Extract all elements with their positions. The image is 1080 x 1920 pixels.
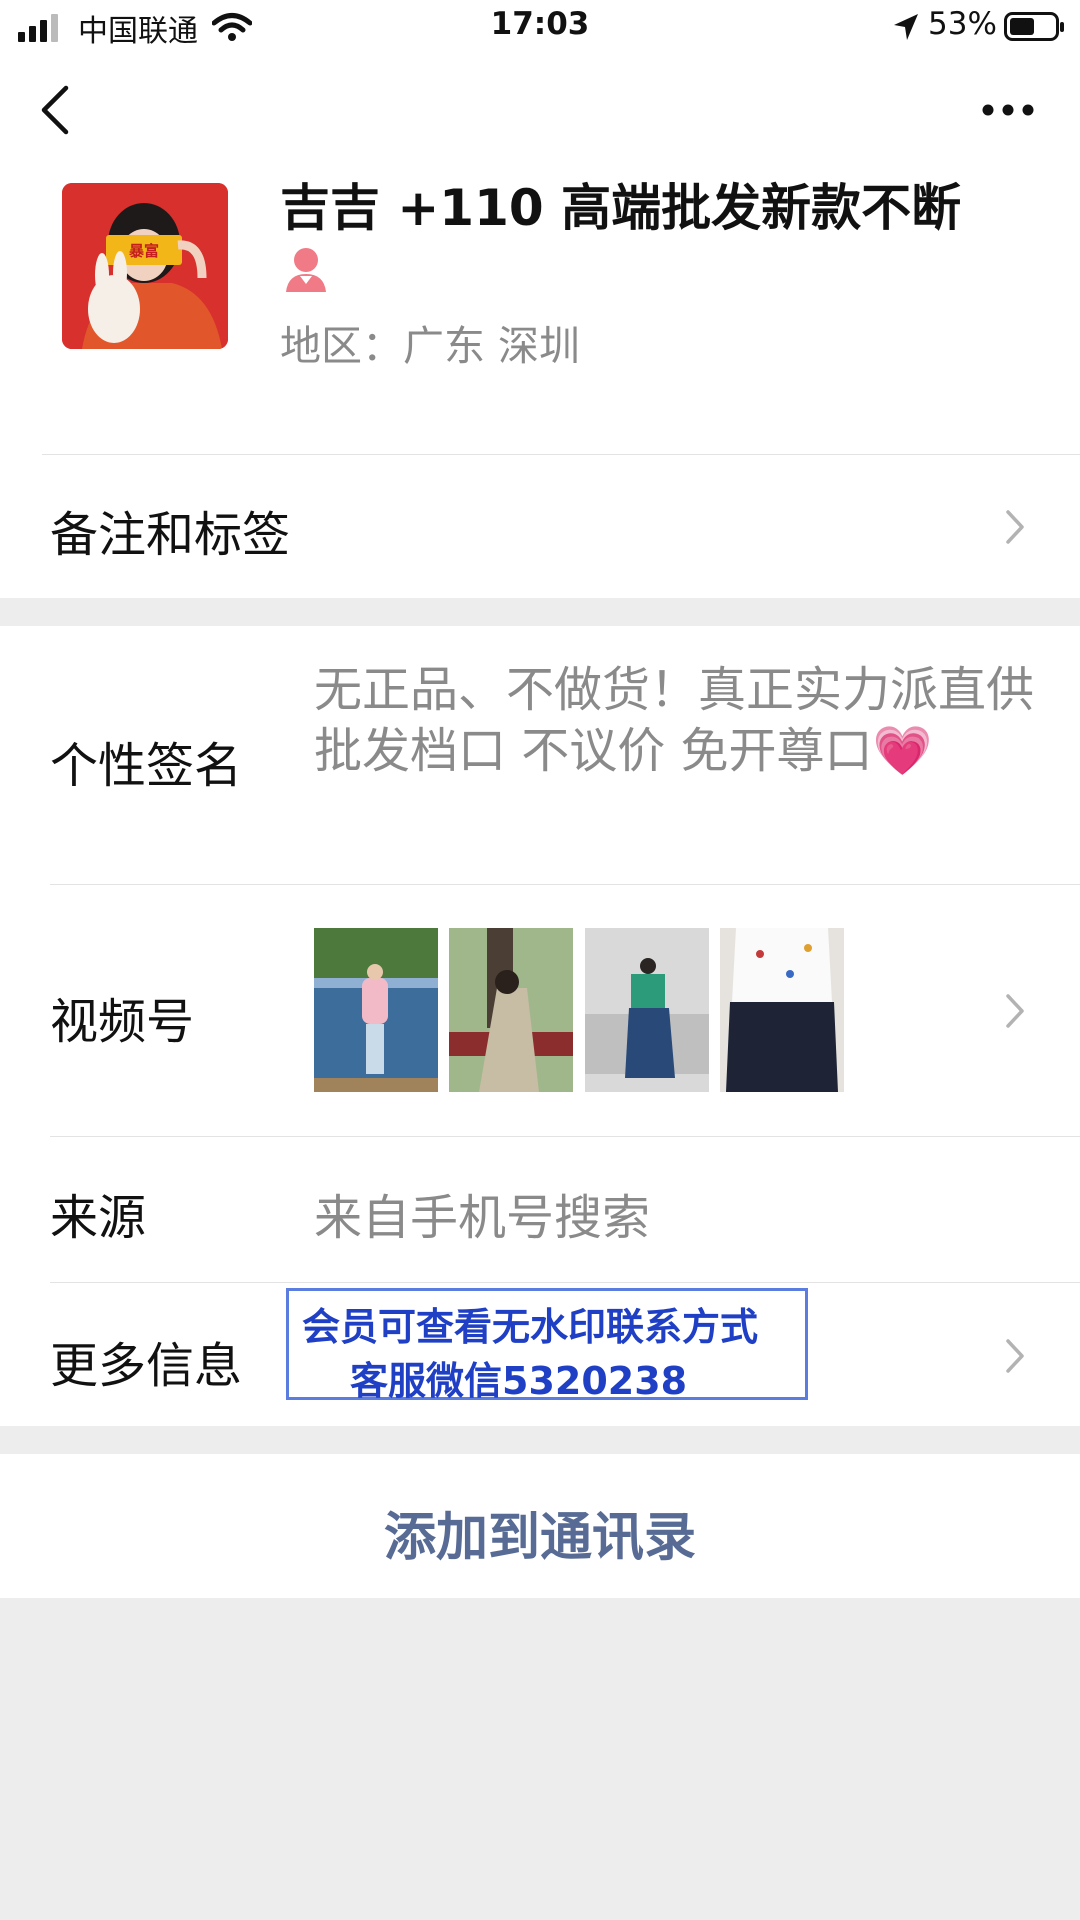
chevron-right-icon bbox=[1006, 510, 1024, 544]
more-info-label: 更多信息 bbox=[50, 1338, 243, 1394]
region-label: 地区：广东 深圳 bbox=[280, 322, 581, 370]
nav-bar bbox=[0, 56, 1080, 166]
contact-name: 吉吉 +110 高端批发新款不断 bbox=[280, 179, 962, 237]
more-icon[interactable] bbox=[982, 100, 1034, 120]
divider bbox=[50, 1282, 1080, 1283]
female-gender-icon bbox=[286, 248, 326, 292]
signature-label: 个性签名 bbox=[50, 738, 243, 794]
chevron-right-icon bbox=[1006, 1339, 1024, 1373]
avatar-badge-text: 暴富 bbox=[129, 242, 159, 260]
watermark-line1: 会员可查看无水印联系方式 bbox=[302, 1305, 759, 1349]
channel-thumbnail[interactable] bbox=[449, 928, 573, 1092]
source-value: 来自手机号搜索 bbox=[314, 1190, 651, 1246]
remark-label: 备注和标签 bbox=[50, 507, 291, 563]
back-icon[interactable] bbox=[38, 84, 72, 136]
chevron-right-icon bbox=[1006, 994, 1024, 1028]
divider bbox=[50, 884, 1080, 885]
signature-text: 无正品、不做货！真正实力派直供 批发档口 不议价 免开尊口💗 bbox=[314, 662, 1035, 779]
location-arrow-icon bbox=[894, 14, 918, 40]
divider bbox=[42, 454, 1080, 455]
avatar[interactable]: 暴富 bbox=[62, 183, 228, 349]
divider bbox=[50, 1136, 1080, 1137]
battery-icon bbox=[1004, 12, 1064, 41]
add-to-contacts-label: 添加到通讯录 bbox=[383, 1508, 696, 1568]
source-label: 来源 bbox=[50, 1190, 147, 1246]
channel-thumbnail[interactable] bbox=[720, 928, 844, 1092]
channels-label: 视频号 bbox=[50, 994, 195, 1050]
channel-thumbnail[interactable] bbox=[585, 928, 709, 1092]
watermark-line2: 客服微信5320238 bbox=[350, 1359, 688, 1403]
channel-thumbnail[interactable] bbox=[314, 928, 438, 1092]
battery-percent: 53% bbox=[928, 6, 997, 42]
